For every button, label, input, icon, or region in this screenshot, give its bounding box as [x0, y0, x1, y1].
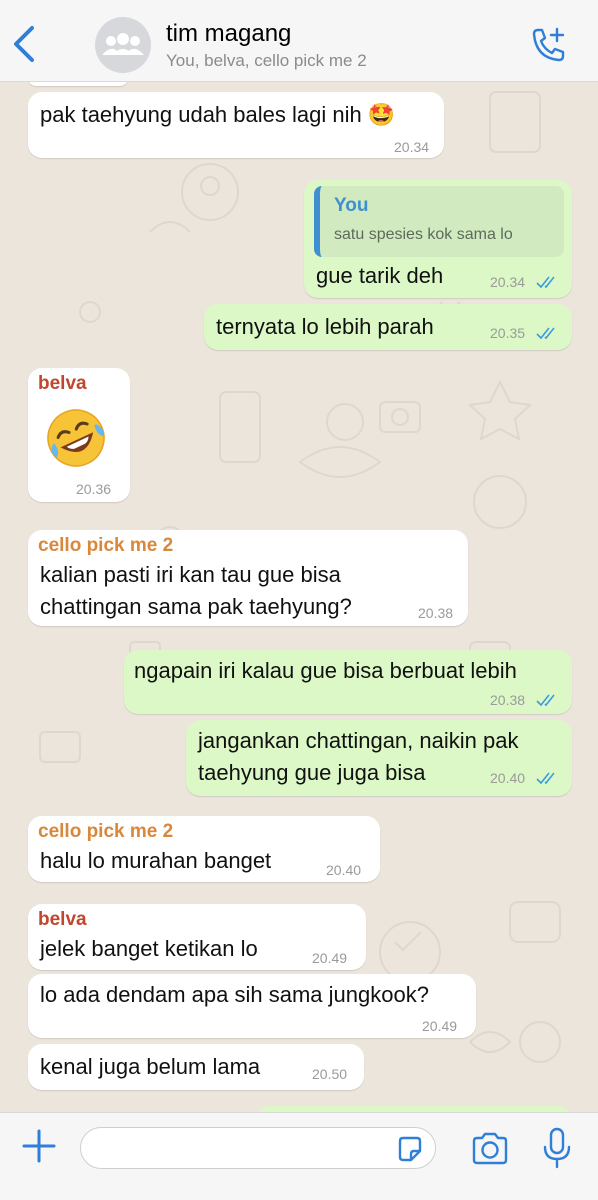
- camera-icon[interactable]: [470, 1131, 510, 1167]
- sticker-icon[interactable]: [396, 1135, 424, 1163]
- message-bubble[interactable]: kenal juga belum lama 20.50: [28, 1044, 364, 1090]
- read-receipt-icon: [536, 327, 555, 340]
- message-bubble[interactable]: cello pick me 2 halu lo murahan banget 2…: [28, 816, 380, 882]
- message-text: lo ada dendam apa sih sama jungkook?: [40, 982, 429, 1007]
- chevron-left-icon[interactable]: [10, 24, 40, 64]
- sender-name: belva: [38, 373, 87, 394]
- read-receipt-icon: [536, 276, 555, 289]
- message-text: jelek banget ketikan lo: [40, 936, 258, 961]
- message-time: 20.49: [422, 1018, 458, 1034]
- message-bubble[interactable]: cello pick me 2 kalian pasti iri kan tau…: [28, 530, 468, 626]
- message-bubble[interactable]: pak taehyung udah bales lagi nih 🤩 20.34: [28, 92, 444, 158]
- message-input[interactable]: [80, 1127, 436, 1169]
- message-text: ternyata lo lebih parah: [216, 314, 434, 339]
- message-time: 20.50: [312, 1066, 348, 1082]
- chat-header: tim magang You, belva, cello pick me 2: [0, 0, 598, 82]
- chat-title[interactable]: tim magang: [166, 20, 291, 48]
- message-text-line: taehyung gue juga bisa: [198, 760, 426, 785]
- message-text: pak taehyung udah bales lagi nih 🤩: [40, 102, 396, 127]
- message-text-line: chattingan sama pak taehyung?: [40, 594, 352, 619]
- message-bubble-partial: [28, 82, 128, 86]
- message-list[interactable]: pak taehyung udah bales lagi nih 🤩 20.34…: [0, 82, 598, 1112]
- message-time: 20.38: [490, 692, 526, 708]
- microphone-icon[interactable]: [540, 1127, 574, 1169]
- quoted-text: satu spesies kok sama lo: [334, 226, 513, 243]
- sender-name: cello pick me 2: [38, 821, 174, 842]
- read-receipt-icon: [536, 694, 555, 707]
- sender-name: belva: [38, 909, 87, 930]
- message-time: 20.34: [490, 274, 526, 290]
- message-bubble[interactable]: jangankan chattingan, naikin pak taehyun…: [186, 720, 572, 796]
- message-time: 20.34: [394, 139, 430, 155]
- message-time: 20.49: [312, 950, 348, 966]
- group-icon: [102, 33, 144, 55]
- message-bubble-reply[interactable]: You satu spesies kok sama lo gue tarik d…: [304, 180, 572, 298]
- message-text: gue tarik deh: [316, 263, 444, 288]
- quoted-message[interactable]: You satu spesies kok sama lo: [314, 186, 564, 257]
- message-bubble[interactable]: belva jelek banget ketikan lo 20.49: [28, 904, 366, 970]
- message-time: 20.35: [490, 325, 526, 341]
- plus-icon[interactable]: [20, 1127, 58, 1165]
- message-time: 20.36: [76, 481, 112, 497]
- message-text-line: kalian pasti iri kan tau gue bisa: [40, 562, 341, 587]
- rolling-on-floor-laughing-icon: [47, 409, 105, 467]
- quoted-sender: You: [334, 195, 369, 216]
- message-time: 20.40: [326, 862, 362, 878]
- sender-name: cello pick me 2: [38, 535, 174, 556]
- add-call-icon[interactable]: [528, 26, 568, 66]
- message-text: kenal juga belum lama: [40, 1054, 261, 1079]
- message-bubble-emoji[interactable]: belva 20.36: [28, 368, 130, 502]
- message-time: 20.40: [490, 770, 526, 786]
- message-bubble[interactable]: lo ada dendam apa sih sama jungkook? 20.…: [28, 974, 476, 1038]
- message-bubble[interactable]: ngapain iri kalau gue bisa berbuat lebih…: [124, 650, 572, 714]
- group-avatar[interactable]: [95, 17, 151, 73]
- composer-bar: [0, 1112, 598, 1200]
- read-receipt-icon: [536, 772, 555, 785]
- message-time: 20.38: [418, 605, 454, 621]
- message-text: halu lo murahan banget: [40, 848, 272, 873]
- message-text-line: jangankan chattingan, naikin pak: [198, 728, 519, 753]
- message-bubble[interactable]: ternyata lo lebih parah 20.35: [204, 304, 572, 350]
- chat-participants[interactable]: You, belva, cello pick me 2: [166, 51, 367, 71]
- message-text: ngapain iri kalau gue bisa berbuat lebih: [134, 658, 517, 683]
